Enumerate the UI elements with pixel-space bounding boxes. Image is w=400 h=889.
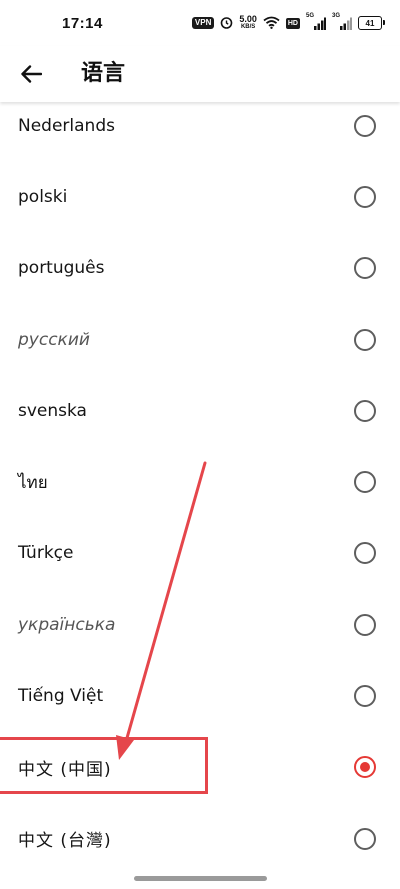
language-option-chinese-china[interactable]: 中文 (中国) bbox=[0, 732, 400, 803]
radio-button[interactable] bbox=[354, 185, 376, 208]
language-label: ไทย bbox=[18, 472, 48, 493]
language-option-svenska[interactable]: svenska bbox=[0, 375, 400, 446]
sim1-network-tag: 5G bbox=[306, 13, 315, 19]
vpn-badge: VPN bbox=[191, 17, 215, 29]
status-bar: 17:14 VPN 5.00 KB/S HD 5G 3G 41 bbox=[0, 0, 400, 46]
language-list: Nederlands polski português русский sven… bbox=[0, 90, 400, 874]
language-label: Tiếng Việt bbox=[18, 686, 104, 707]
radio-button[interactable] bbox=[354, 257, 376, 280]
radio-button-selected[interactable] bbox=[354, 756, 376, 779]
status-time: 17:14 bbox=[62, 14, 103, 32]
back-button[interactable] bbox=[14, 58, 48, 90]
radio-button[interactable] bbox=[354, 542, 376, 565]
language-label: 中文 (中国) bbox=[18, 759, 112, 780]
radio-button[interactable] bbox=[354, 399, 376, 422]
radio-dot bbox=[360, 762, 370, 773]
radio-button[interactable] bbox=[354, 685, 376, 708]
radio-button[interactable] bbox=[354, 827, 376, 850]
language-label: Nederlands bbox=[18, 115, 115, 136]
language-option-vietnamese[interactable]: Tiếng Việt bbox=[0, 660, 400, 731]
wifi-icon bbox=[263, 14, 280, 33]
language-option-turkce[interactable]: Türkçe bbox=[0, 518, 400, 589]
network-speed: 5.00 KB/S bbox=[239, 15, 257, 31]
language-label: українська bbox=[18, 614, 116, 635]
battery-icon: 41 bbox=[358, 16, 385, 30]
signal-sim1-icon: 5G bbox=[306, 13, 326, 30]
language-settings-screen: 17:14 VPN 5.00 KB/S HD 5G 3G 41 语言 Neder… bbox=[0, 0, 400, 889]
radio-button[interactable] bbox=[354, 328, 376, 351]
language-option-portugues[interactable]: português bbox=[0, 233, 400, 304]
home-indicator[interactable] bbox=[134, 876, 267, 881]
radio-button[interactable] bbox=[354, 114, 376, 137]
language-label: polski bbox=[18, 186, 68, 207]
radio-button[interactable] bbox=[354, 613, 376, 636]
language-option-ukrainian[interactable]: українська bbox=[0, 589, 400, 660]
language-label: português bbox=[18, 258, 105, 279]
language-option-thai[interactable]: ไทย bbox=[0, 446, 400, 517]
signal-sim2-icon: 3G bbox=[332, 13, 352, 30]
language-option-polski[interactable]: polski bbox=[0, 161, 400, 232]
radio-button[interactable] bbox=[354, 471, 376, 494]
status-icons: VPN 5.00 KB/S HD 5G 3G 41 bbox=[191, 13, 385, 33]
speed-value: 5.00 bbox=[239, 14, 257, 24]
page-title: 语言 bbox=[81, 61, 126, 86]
app-bar: 语言 bbox=[0, 46, 400, 102]
alarm-icon bbox=[220, 14, 233, 33]
language-option-chinese-taiwan[interactable]: 中文 (台灣) bbox=[0, 803, 400, 874]
hd-badge: HD bbox=[285, 17, 300, 29]
language-label: Türkçe bbox=[18, 543, 74, 564]
language-option-russian[interactable]: русский bbox=[0, 304, 400, 375]
language-label: 中文 (台灣) bbox=[18, 831, 112, 852]
language-label: русский bbox=[18, 329, 90, 350]
language-label: svenska bbox=[18, 400, 87, 421]
sim2-network-tag: 3G bbox=[332, 13, 341, 19]
arrow-left-icon bbox=[21, 65, 42, 83]
speed-unit: KB/S bbox=[240, 24, 256, 30]
